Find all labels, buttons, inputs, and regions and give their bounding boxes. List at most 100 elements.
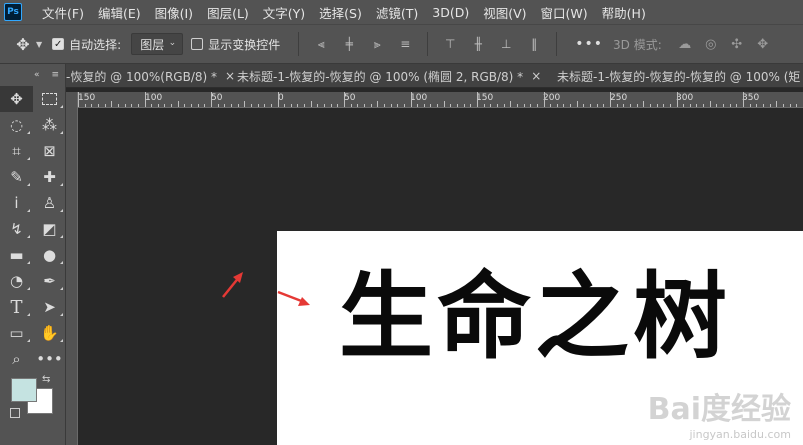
ruler-tick <box>330 104 332 107</box>
menu-select[interactable]: 选择(S) <box>319 3 362 22</box>
collapse-panel-icon[interactable]: « <box>34 70 40 80</box>
ruler-tick <box>656 104 658 107</box>
color-swatches: ⇆ <box>0 372 65 432</box>
align-right-icon[interactable]: ⫸ <box>369 36 385 52</box>
menu-layer[interactable]: 图层(L) <box>207 3 249 22</box>
eyedropper-tool-icon[interactable]: ✎ <box>0 164 33 190</box>
orbit-3d-icon[interactable]: ☁ <box>676 35 694 53</box>
healing-brush-tool-icon[interactable]: ✚ <box>33 164 66 190</box>
ruler-tick <box>324 104 326 107</box>
pan-3d-icon[interactable]: ✣ <box>728 35 746 53</box>
menu-edit[interactable]: 编辑(E) <box>98 3 141 22</box>
ruler-label: 350 <box>742 93 760 103</box>
rectangle-tool-icon[interactable]: ▭ <box>0 320 33 346</box>
more-tools-icon[interactable]: ••• <box>33 346 66 372</box>
ruler-tick <box>769 104 771 107</box>
menu-file[interactable]: 文件(F) <box>42 3 84 22</box>
swap-colors-icon[interactable]: ⇆ <box>42 374 50 385</box>
default-colors-icon[interactable] <box>10 408 20 418</box>
hand-tool-icon[interactable]: ✋ <box>33 320 66 346</box>
ruler-tick <box>510 101 512 107</box>
show-transform-controls-checkbox[interactable] <box>191 38 204 50</box>
roll-3d-icon[interactable]: ◎ <box>702 35 720 53</box>
align-horizontal-center-icon[interactable]: ╪ <box>341 36 357 52</box>
ruler-tick <box>610 92 611 107</box>
lasso-tool-icon[interactable]: ◌ <box>0 112 33 138</box>
menu-image[interactable]: 图像(I) <box>155 3 193 22</box>
more-options-button[interactable]: ••• <box>575 36 603 52</box>
divider <box>427 32 429 56</box>
frame-tool-icon[interactable]: ⊠ <box>33 138 66 164</box>
3d-mode-label: 3D 模式: <box>613 37 662 52</box>
auto-select-checkbox[interactable]: ✓ <box>52 38 65 50</box>
menu-window[interactable]: 窗口(W) <box>541 3 588 22</box>
ruler-tick <box>789 104 791 107</box>
distribute-vertical-icon[interactable]: ‖ <box>526 36 542 52</box>
zoom-tool-icon[interactable]: ⌕ <box>0 346 33 372</box>
menu-help[interactable]: 帮助(H) <box>602 3 646 22</box>
tab-document-2[interactable]: 未标题-1-恢复的-恢复的 @ 100% (椭圆 2, RGB/8) * × <box>237 64 541 87</box>
gradient-tool-icon[interactable]: ▬ <box>0 242 33 268</box>
document-canvas[interactable]: 生命之树 Bai度经验 jingyan.baidu.com <box>277 231 803 445</box>
ruler-label: 0 <box>278 93 284 103</box>
ruler-tick <box>616 104 618 107</box>
auto-select-target-dropdown[interactable]: 图层 ⌄ <box>131 33 184 55</box>
ruler-tick <box>230 104 232 107</box>
ruler-tick <box>556 104 558 107</box>
eraser-tool-icon[interactable]: ◩ <box>33 216 66 242</box>
distribute-horizontal-icon[interactable]: ≡ <box>397 36 413 52</box>
tab-document-1[interactable]: -恢复的 @ 100%(RGB/8) * × <box>66 64 235 87</box>
menu-type[interactable]: 文字(Y) <box>263 3 305 22</box>
ruler-tick <box>457 104 459 107</box>
magic-wand-tool-icon[interactable]: ⁂ <box>33 112 66 138</box>
move-tool-icon[interactable]: ✥ <box>0 86 33 112</box>
horizontal-ruler[interactable]: 150 100 50 0 50 100 150 200 250 300 350 <box>78 92 803 108</box>
ruler-tick <box>643 101 645 107</box>
ruler-tick <box>516 104 518 107</box>
ruler-tick <box>97 104 99 107</box>
ruler-label: 50 <box>344 93 356 103</box>
menu-view[interactable]: 视图(V) <box>483 3 526 22</box>
chevron-down-icon[interactable]: ▼ <box>36 40 42 49</box>
ruler-tick <box>264 104 266 107</box>
menu-3d[interactable]: 3D(D) <box>432 5 469 20</box>
align-top-icon[interactable]: ⊤ <box>442 36 458 52</box>
pen-tool-icon[interactable]: ✒ <box>33 268 66 294</box>
ruler-tick <box>397 104 399 107</box>
ruler-tick <box>151 104 153 107</box>
align-bottom-icon[interactable]: ⊥ <box>498 36 514 52</box>
type-tool-icon[interactable]: T <box>0 294 33 320</box>
close-icon[interactable]: × <box>225 69 235 83</box>
align-vertical-center-icon[interactable]: ╫ <box>470 36 486 52</box>
divider <box>556 32 558 56</box>
vertical-ruler[interactable] <box>66 92 78 445</box>
tab-label: 未标题-1-恢复的-恢复的 @ 100% (椭圆 2, RGB/8) * <box>237 69 524 84</box>
blur-tool-icon[interactable]: ● <box>33 242 66 268</box>
panel-menu-icon[interactable]: ≡ <box>51 70 59 80</box>
foreground-color-swatch[interactable] <box>11 378 37 402</box>
chevron-down-icon: ⌄ <box>168 38 177 48</box>
history-brush-tool-icon[interactable]: ↯ <box>0 216 33 242</box>
clone-stamp-tool-icon[interactable]: ♙ <box>33 190 66 216</box>
close-icon[interactable]: × <box>531 69 541 83</box>
path-selection-tool-icon[interactable]: ➤ <box>33 294 66 320</box>
brush-tool-icon[interactable]: ⅰ <box>0 190 33 216</box>
marquee-tool-icon[interactable] <box>33 86 66 112</box>
crop-tool-icon[interactable]: ⌗ <box>0 138 33 164</box>
ruler-tick <box>164 104 166 107</box>
move-tool-preset-icon[interactable]: ✥ <box>12 33 34 55</box>
ruler-tick <box>344 92 345 107</box>
dodge-tool-icon[interactable]: ◔ <box>0 268 33 294</box>
ruler-tick <box>696 104 698 107</box>
tab-document-3[interactable]: 未标题-1-恢复的-恢复的-恢复的 @ 100% (矩 <box>557 64 800 87</box>
canvas-text-layer[interactable]: 生命之树 <box>339 271 731 365</box>
watermark: Bai度经验 jingyan.baidu.com <box>648 392 791 441</box>
menu-filter[interactable]: 滤镜(T) <box>376 3 418 22</box>
slide-3d-icon[interactable]: ✥ <box>754 35 772 53</box>
ruler-tick <box>131 104 133 107</box>
ruler-tick <box>197 104 199 107</box>
ruler-tick <box>689 104 691 107</box>
align-left-icon[interactable]: ⫷ <box>313 36 329 52</box>
auto-select-label: 自动选择: <box>69 37 122 52</box>
ruler-tick <box>111 101 113 107</box>
